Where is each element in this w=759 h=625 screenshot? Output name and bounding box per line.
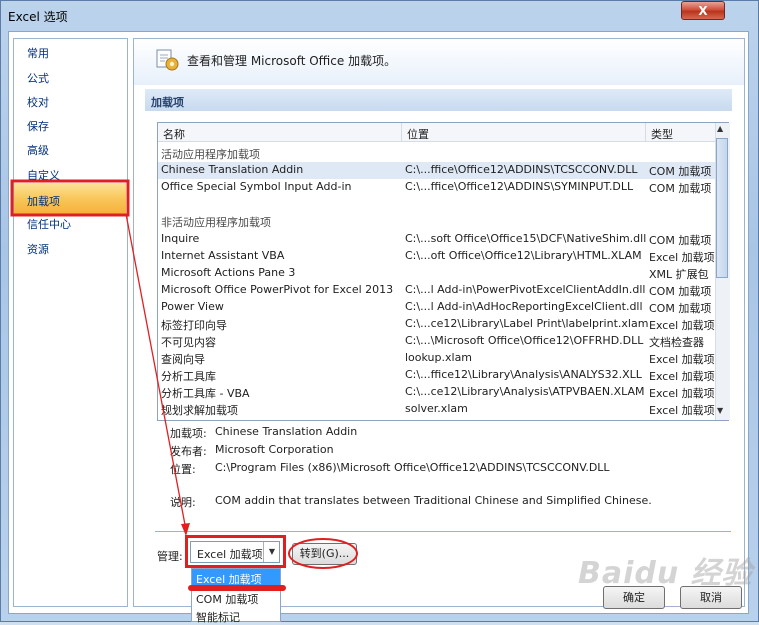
annotation-arrow <box>10 179 190 536</box>
baidu-watermark: Baidu 经验 <box>578 556 753 591</box>
